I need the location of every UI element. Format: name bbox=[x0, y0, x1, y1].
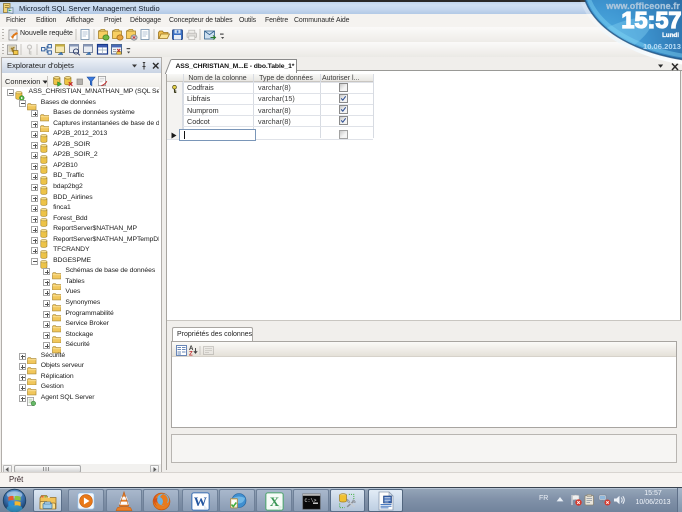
svg-text:Z: Z bbox=[189, 351, 193, 356]
svg-text:W: W bbox=[193, 493, 206, 508]
svg-text:X: X bbox=[269, 493, 279, 508]
